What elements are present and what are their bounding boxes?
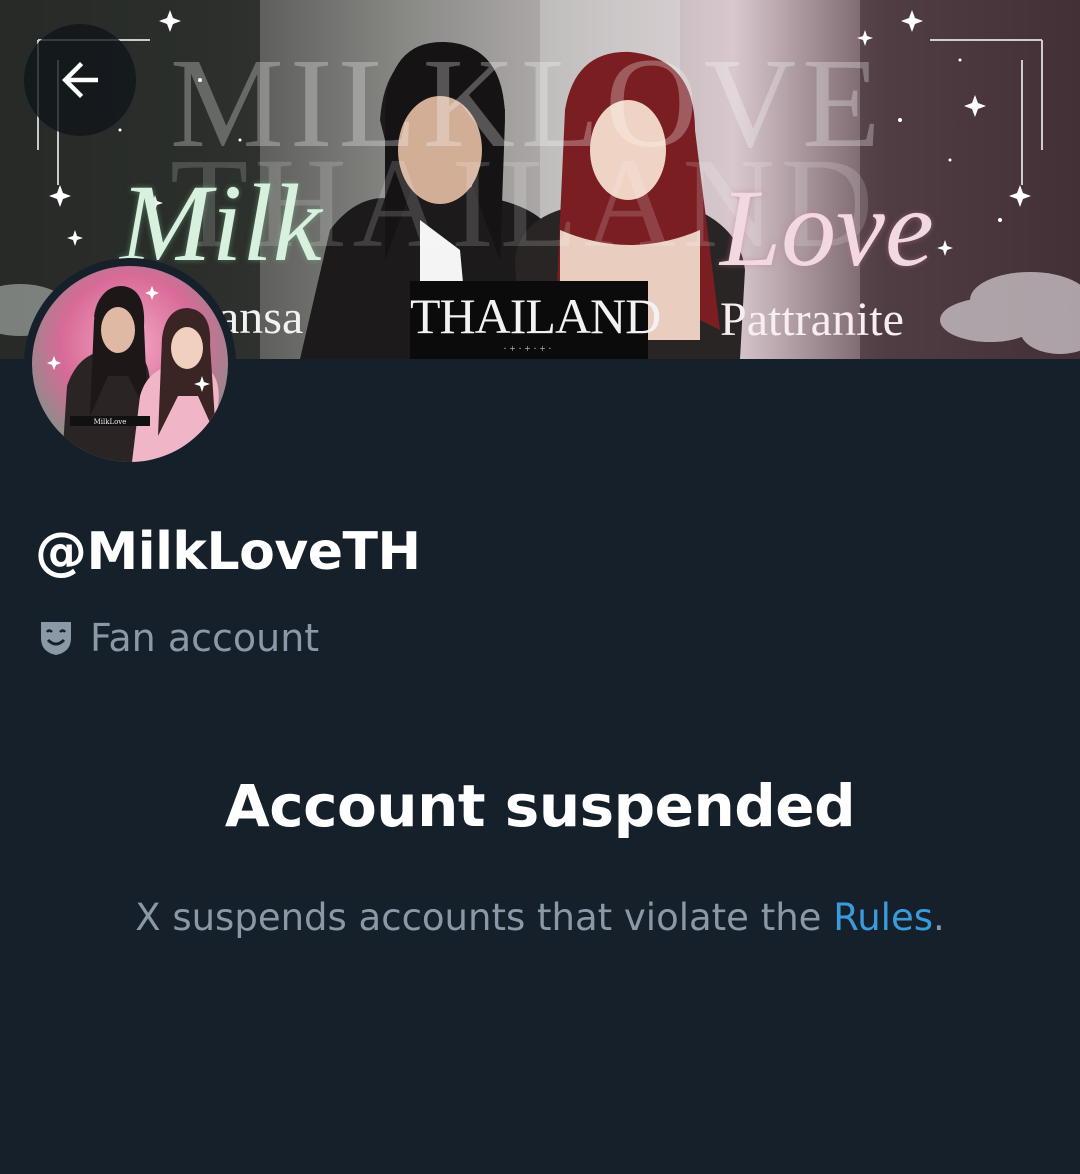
banner-center-ornament: ·+·+·+· [503, 344, 555, 355]
banner-center-box: THAILAND ·+·+·+· [410, 281, 661, 359]
banner-name-right: Pattranite [720, 293, 904, 346]
theater-masks-icon [38, 618, 74, 658]
profile-label: Fan account [38, 616, 319, 660]
avatar-artwork: MilkLove [47, 286, 219, 462]
rules-link[interactable]: Rules [833, 896, 933, 939]
banner-center-text: THAILAND [410, 288, 661, 344]
avatar-image: MilkLove [32, 266, 228, 462]
suspended-description-suffix: . [933, 896, 945, 939]
avatar[interactable]: MilkLove [24, 258, 236, 470]
suspended-title: Account suspended [224, 772, 856, 840]
suspended-description-prefix: X suspends accounts that violate the [135, 896, 834, 939]
suspended-description: X suspends accounts that violate the Rul… [0, 896, 1080, 939]
profile-handle: @MilkLoveTH [35, 522, 421, 582]
profile-label-text: Fan account [90, 616, 320, 660]
back-button[interactable] [24, 24, 136, 136]
avatar-caption: MilkLove [94, 418, 127, 426]
banner-script-right: Love [720, 167, 934, 289]
arrow-left-icon [62, 62, 98, 98]
profile-page: MILKLOVE THAILAND Milk Love ansa Pattran… [0, 0, 1080, 1174]
